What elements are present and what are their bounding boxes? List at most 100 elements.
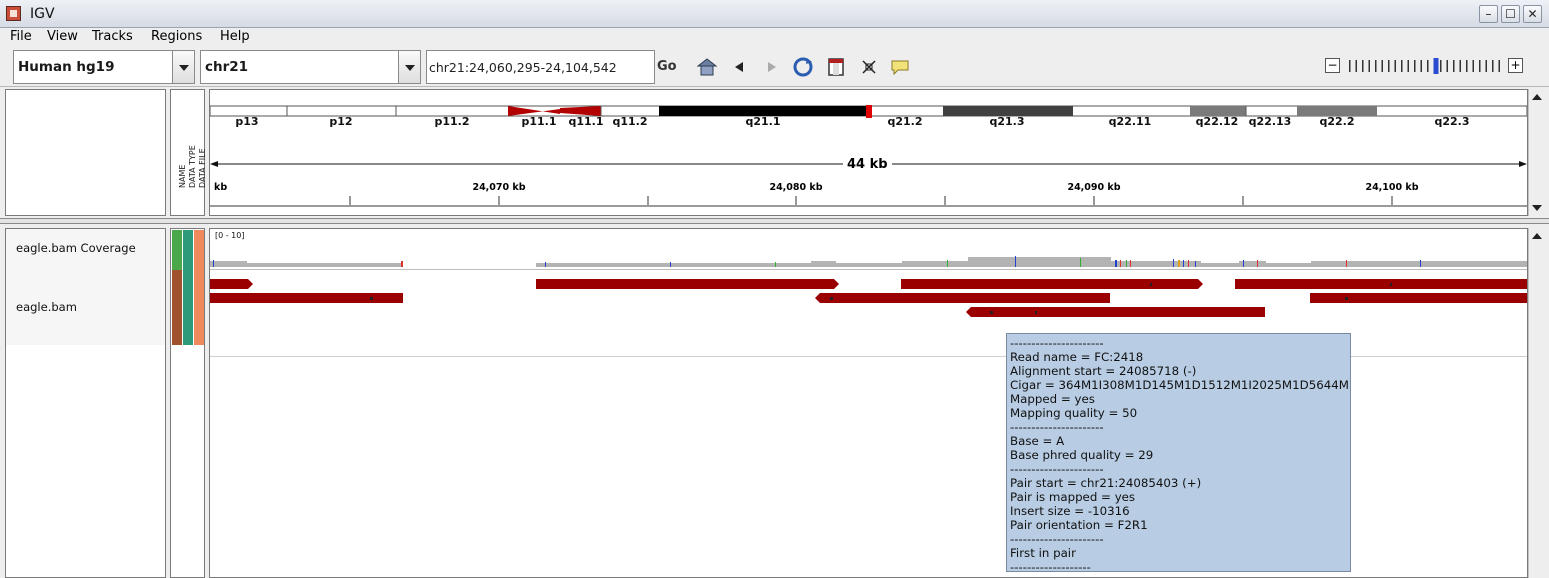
popup-line: Cigar = 364M1I308M1D145M1D1512M1I2025M1D… xyxy=(1010,378,1349,392)
genome-value: Human hg19 xyxy=(18,59,115,75)
menu-regions[interactable]: Regions xyxy=(151,29,202,44)
popup-line: Read name = FC:2418 xyxy=(1010,350,1144,364)
band-label: q22.13 xyxy=(1248,115,1292,128)
zoom-slider-tick[interactable] xyxy=(1472,60,1475,72)
band-label: q11.2 xyxy=(612,115,648,128)
band-label: q22.3 xyxy=(1434,115,1470,128)
scroll-down-icon[interactable] xyxy=(1532,205,1542,211)
popup-line: Mapped = yes xyxy=(1010,392,1095,406)
zoom-slider-tick[interactable] xyxy=(1414,60,1416,72)
zoom-slider-thumb[interactable] xyxy=(1433,58,1439,74)
forward-arrow-icon[interactable] xyxy=(760,56,782,78)
coverage-track-name[interactable]: eagle.bam Coverage xyxy=(16,241,136,255)
zoom-slider-tick[interactable] xyxy=(1459,60,1462,72)
toolbar: Human hg19 chr21 chr21:24,060,295-24,104… xyxy=(0,47,1549,87)
chevron-down-icon[interactable] xyxy=(172,51,194,83)
zoom-slider-tick[interactable] xyxy=(1446,60,1449,72)
zoom-slider-tick[interactable] xyxy=(1388,60,1390,72)
zoom-slider-tick[interactable] xyxy=(1394,60,1397,72)
menu-view[interactable]: View xyxy=(47,29,78,44)
zoom-slider-tick[interactable] xyxy=(1420,60,1423,72)
close-button[interactable]: ✕ xyxy=(1523,5,1542,23)
resize-to-window-icon[interactable] xyxy=(858,56,880,78)
title-bar: IGV – ☐ ✕ xyxy=(0,0,1549,28)
popup-line: Pair start = chr21:24085403 (+) xyxy=(1010,476,1202,490)
chevron-down-icon[interactable] xyxy=(398,51,420,83)
zoom-slider-tick[interactable] xyxy=(1427,60,1429,72)
go-button[interactable]: Go xyxy=(657,59,677,74)
maximize-button[interactable]: ☐ xyxy=(1501,5,1520,23)
scroll-up-icon[interactable] xyxy=(1532,94,1542,100)
popup-line: Base = A xyxy=(1010,434,1065,448)
read-details-popup[interactable]: ---------------------- Read name = FC:241… xyxy=(1006,333,1351,572)
coverage-track[interactable] xyxy=(210,255,1527,269)
zoom-slider-tick[interactable] xyxy=(1375,60,1377,72)
chromosome-value: chr21 xyxy=(205,59,249,75)
band-label: q22.2 xyxy=(1319,115,1355,128)
zoom-slider-tick[interactable] xyxy=(1479,60,1481,72)
band-label: q21.2 xyxy=(887,115,923,128)
popup-line: ------------------- xyxy=(1010,560,1091,572)
ruler-tick-label: 24,070 kb xyxy=(472,182,526,193)
zoom-slider-tick[interactable] xyxy=(1453,60,1455,72)
menu-file[interactable]: File xyxy=(10,29,32,44)
popup-line: ---------------------- xyxy=(1010,420,1104,434)
zoom-slider[interactable] xyxy=(1345,57,1505,75)
chromosome-select[interactable]: chr21 xyxy=(200,50,421,84)
data-scrollbar[interactable] xyxy=(1528,228,1545,578)
popup-line: Pair orientation = F2R1 xyxy=(1010,518,1148,532)
popup-line: First in pair xyxy=(1010,546,1076,560)
attr-name-cell[interactable] xyxy=(172,270,182,345)
attr-header-name[interactable]: NAME xyxy=(178,165,187,188)
attr-file-cell[interactable] xyxy=(194,230,204,345)
zoom-slider-tick[interactable] xyxy=(1492,60,1494,72)
zoom-slider-tick[interactable] xyxy=(1349,60,1351,72)
menu-tracks[interactable]: Tracks xyxy=(92,29,133,44)
menu-bar: File View Tracks Regions Help xyxy=(0,28,1549,47)
locus-input[interactable]: chr21:24,060,295-24,104,542 xyxy=(426,50,655,84)
menu-help[interactable]: Help xyxy=(220,29,250,44)
igv-app-icon xyxy=(6,6,21,21)
zoom-slider-tick[interactable] xyxy=(1466,60,1468,72)
band-label: p11.1 xyxy=(521,115,557,128)
zoom-slider-tick[interactable] xyxy=(1355,60,1358,72)
track-separator xyxy=(210,269,1527,270)
attr-header-data-file[interactable]: DATA FILE xyxy=(198,148,207,188)
popup-line: ---------------------- xyxy=(1010,462,1104,476)
header-scrollbar[interactable] xyxy=(1528,89,1545,216)
band-label: q21.3 xyxy=(989,115,1025,128)
minimize-button[interactable]: – xyxy=(1479,5,1498,23)
home-icon[interactable] xyxy=(696,56,718,78)
zoom-slider-tick[interactable] xyxy=(1368,60,1371,72)
zoom-slider-tick[interactable] xyxy=(1440,60,1442,72)
refresh-icon[interactable] xyxy=(792,56,814,78)
scroll-up-icon[interactable] xyxy=(1532,233,1542,239)
zoom-slider-tick[interactable] xyxy=(1485,60,1488,72)
panel-divider[interactable] xyxy=(0,218,1549,224)
alignment-track-name[interactable]: eagle.bam xyxy=(16,300,77,314)
zoom-slider-tick[interactable] xyxy=(1381,60,1384,72)
zoom-slider-tick[interactable] xyxy=(1407,60,1410,72)
region-of-interest-icon[interactable] xyxy=(825,56,847,78)
zoom-out-button[interactable]: − xyxy=(1325,58,1340,73)
genome-select[interactable]: Human hg19 xyxy=(13,50,195,84)
zoom-slider-tick[interactable] xyxy=(1362,60,1364,72)
band-label: q22.12 xyxy=(1195,115,1239,128)
attribute-panel xyxy=(170,228,205,578)
zoom-slider-tick[interactable] xyxy=(1498,60,1501,72)
zoom-slider-tick[interactable] xyxy=(1401,60,1403,72)
zoom-in-button[interactable]: + xyxy=(1508,58,1523,73)
popup-line: Mapping quality = 50 xyxy=(1010,406,1138,420)
attr-header-data-type[interactable]: DATA TYPE xyxy=(188,145,197,188)
track-name-panel: eagle.bam Coverage eagle.bam xyxy=(5,228,166,578)
ruler-ticks xyxy=(210,196,1527,207)
coverage-range-label: [0 - 10] xyxy=(215,231,245,240)
back-arrow-icon[interactable] xyxy=(729,56,751,78)
popup-line: Insert size = -10316 xyxy=(1010,504,1130,518)
attr-name-cell[interactable] xyxy=(172,230,182,270)
popup-info-icon[interactable] xyxy=(889,56,911,78)
attr-type-cell[interactable] xyxy=(183,230,193,345)
band-label: q21.1 xyxy=(745,115,781,128)
alignment-track[interactable] xyxy=(210,277,1527,325)
ruler-tick-label: 24,090 kb xyxy=(1067,182,1121,193)
